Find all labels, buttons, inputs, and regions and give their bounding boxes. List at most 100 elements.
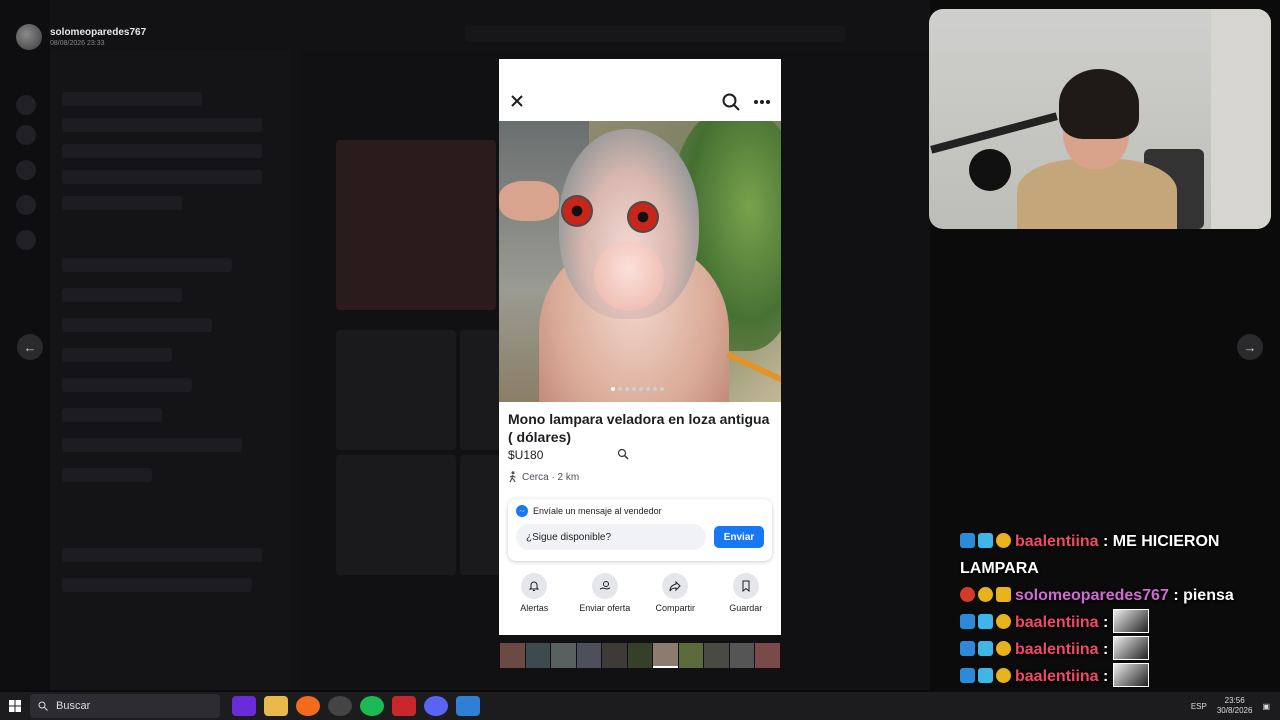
- rail-icon: [16, 195, 36, 215]
- photo-thumbnail[interactable]: [576, 643, 602, 668]
- photo-thumbnail[interactable]: [678, 643, 704, 668]
- twitch-app-icon[interactable]: [232, 696, 256, 716]
- listing-photo[interactable]: [499, 121, 781, 402]
- sidebar-row: [62, 578, 252, 592]
- chat-message: baalentiina :: [960, 663, 1275, 690]
- monkey-left-eye: [561, 195, 593, 227]
- listing-actions: Alertas Enviar oferta Compartir Guardar: [499, 573, 781, 629]
- sidebar-row: [62, 468, 152, 482]
- walking-icon: [509, 471, 516, 483]
- save-button[interactable]: Guardar: [713, 573, 779, 629]
- photo-thumbnail-strip[interactable]: [500, 643, 781, 668]
- moderator-badge-icon: [960, 533, 975, 548]
- photo-pagination-dots[interactable]: [611, 387, 664, 391]
- photo-thumbnail[interactable]: [653, 643, 678, 668]
- spotify-icon[interactable]: [360, 696, 384, 716]
- next-arrow-icon[interactable]: →: [1237, 334, 1263, 360]
- chat-text: : piensa: [1173, 587, 1234, 604]
- pagination-dot[interactable]: [625, 387, 629, 391]
- photo-thumbnail[interactable]: [602, 643, 627, 668]
- more-options-icon[interactable]: [753, 99, 771, 105]
- share-icon: [662, 573, 689, 599]
- profile-date: 08/08/2026 23:33: [50, 40, 105, 47]
- alerts-button[interactable]: Alertas: [501, 573, 567, 629]
- location-text: Cerca · 2 km: [522, 471, 580, 483]
- send-offer-button[interactable]: Enviar oferta: [572, 573, 638, 629]
- bookmark-icon: [732, 573, 759, 599]
- pagination-dot[interactable]: [653, 387, 657, 391]
- subscriber-badge-icon: [978, 668, 993, 683]
- emote-image: [1112, 636, 1149, 660]
- background-app: [0, 0, 930, 690]
- pagination-dot[interactable]: [646, 387, 650, 391]
- listing-title: Mono lampara veladora en loza antigua ( …: [508, 411, 770, 445]
- zoom-cursor-icon: [617, 448, 629, 460]
- bits-badge-icon: [996, 533, 1011, 548]
- send-button[interactable]: Enviar: [714, 526, 764, 548]
- pagination-dot[interactable]: [611, 387, 615, 391]
- background-card: [460, 455, 500, 575]
- photo-thumbnail[interactable]: [755, 643, 781, 668]
- chat-badges: [960, 587, 1011, 602]
- stream-screen: solomeoparedes767 08/08/2026 23:33 ← → M…: [0, 0, 1280, 720]
- taskbar-clock[interactable]: 23:56 30/8/2026: [1217, 696, 1253, 716]
- bell-icon: [521, 573, 548, 599]
- message-seller-box: Envíale un mensaje al vendedor Enviar: [508, 499, 772, 561]
- chat-text: :: [1103, 614, 1109, 631]
- chat-overlay: baalentiina : ME HICIERON LAMPARA solome…: [960, 528, 1275, 690]
- chat-message: baalentiina :: [960, 636, 1275, 663]
- chat-message: solomeoparedes767 : piensa: [960, 582, 1275, 609]
- avatar: [16, 24, 42, 50]
- sidebar-row: [62, 438, 242, 452]
- profile-header[interactable]: solomeoparedes767 08/08/2026 23:33: [16, 24, 146, 50]
- crown-badge-icon: [996, 587, 1011, 602]
- monkey-right-eye: [627, 201, 659, 233]
- search-icon[interactable]: [721, 92, 741, 112]
- emote-image: [1112, 609, 1149, 633]
- cherry-badge-icon: [960, 587, 975, 602]
- chat-username: baalentiina: [1015, 668, 1099, 685]
- discord-icon[interactable]: [424, 696, 448, 716]
- file-explorer-icon[interactable]: [264, 696, 288, 716]
- monkey-snout: [594, 241, 664, 311]
- sidebar-row: [62, 92, 202, 106]
- pagination-dot[interactable]: [639, 387, 643, 391]
- share-button[interactable]: Compartir: [642, 573, 708, 629]
- rail-icon: [16, 95, 36, 115]
- save-label: Guardar: [729, 603, 763, 613]
- obs-icon[interactable]: [328, 696, 352, 716]
- notification-icon[interactable]: ▣: [1262, 702, 1270, 711]
- photo-thumbnail[interactable]: [729, 643, 755, 668]
- app-icon[interactable]: [456, 696, 480, 716]
- taskbar-search[interactable]: Buscar: [30, 694, 220, 718]
- language-indicator[interactable]: ESP: [1191, 702, 1207, 711]
- chat-username: baalentiina: [1015, 533, 1099, 550]
- previous-arrow-icon[interactable]: ←: [17, 334, 43, 360]
- pencil: [726, 351, 781, 387]
- bits-badge-icon: [996, 668, 1011, 683]
- sidebar-row: [62, 258, 232, 272]
- moderator-badge-icon: [960, 641, 975, 656]
- streamer-body: [1017, 159, 1177, 229]
- photo-thumbnail[interactable]: [551, 643, 576, 668]
- microphone: [969, 149, 1011, 191]
- photo-thumbnail[interactable]: [627, 643, 653, 668]
- share-label: Compartir: [655, 603, 695, 613]
- voicemod-icon[interactable]: [392, 696, 416, 716]
- webcam-door: [1211, 9, 1271, 229]
- firefox-icon[interactable]: [296, 696, 320, 716]
- send-offer-label: Enviar oferta: [579, 603, 631, 613]
- message-input[interactable]: [516, 524, 706, 550]
- pagination-dot[interactable]: [632, 387, 636, 391]
- photo-thumbnail[interactable]: [500, 643, 525, 668]
- close-icon[interactable]: [509, 93, 525, 109]
- bits-badge-icon: [996, 641, 1011, 656]
- sidebar-row: [62, 288, 182, 302]
- listing-header: [499, 59, 781, 121]
- photo-thumbnail[interactable]: [525, 643, 551, 668]
- photo-thumbnail[interactable]: [704, 643, 729, 668]
- windows-start-icon[interactable]: [0, 692, 30, 720]
- pagination-dot[interactable]: [618, 387, 622, 391]
- windows-taskbar: Buscar ESP 23:56 30/8/2026 ▣: [0, 692, 1280, 720]
- pagination-dot[interactable]: [660, 387, 664, 391]
